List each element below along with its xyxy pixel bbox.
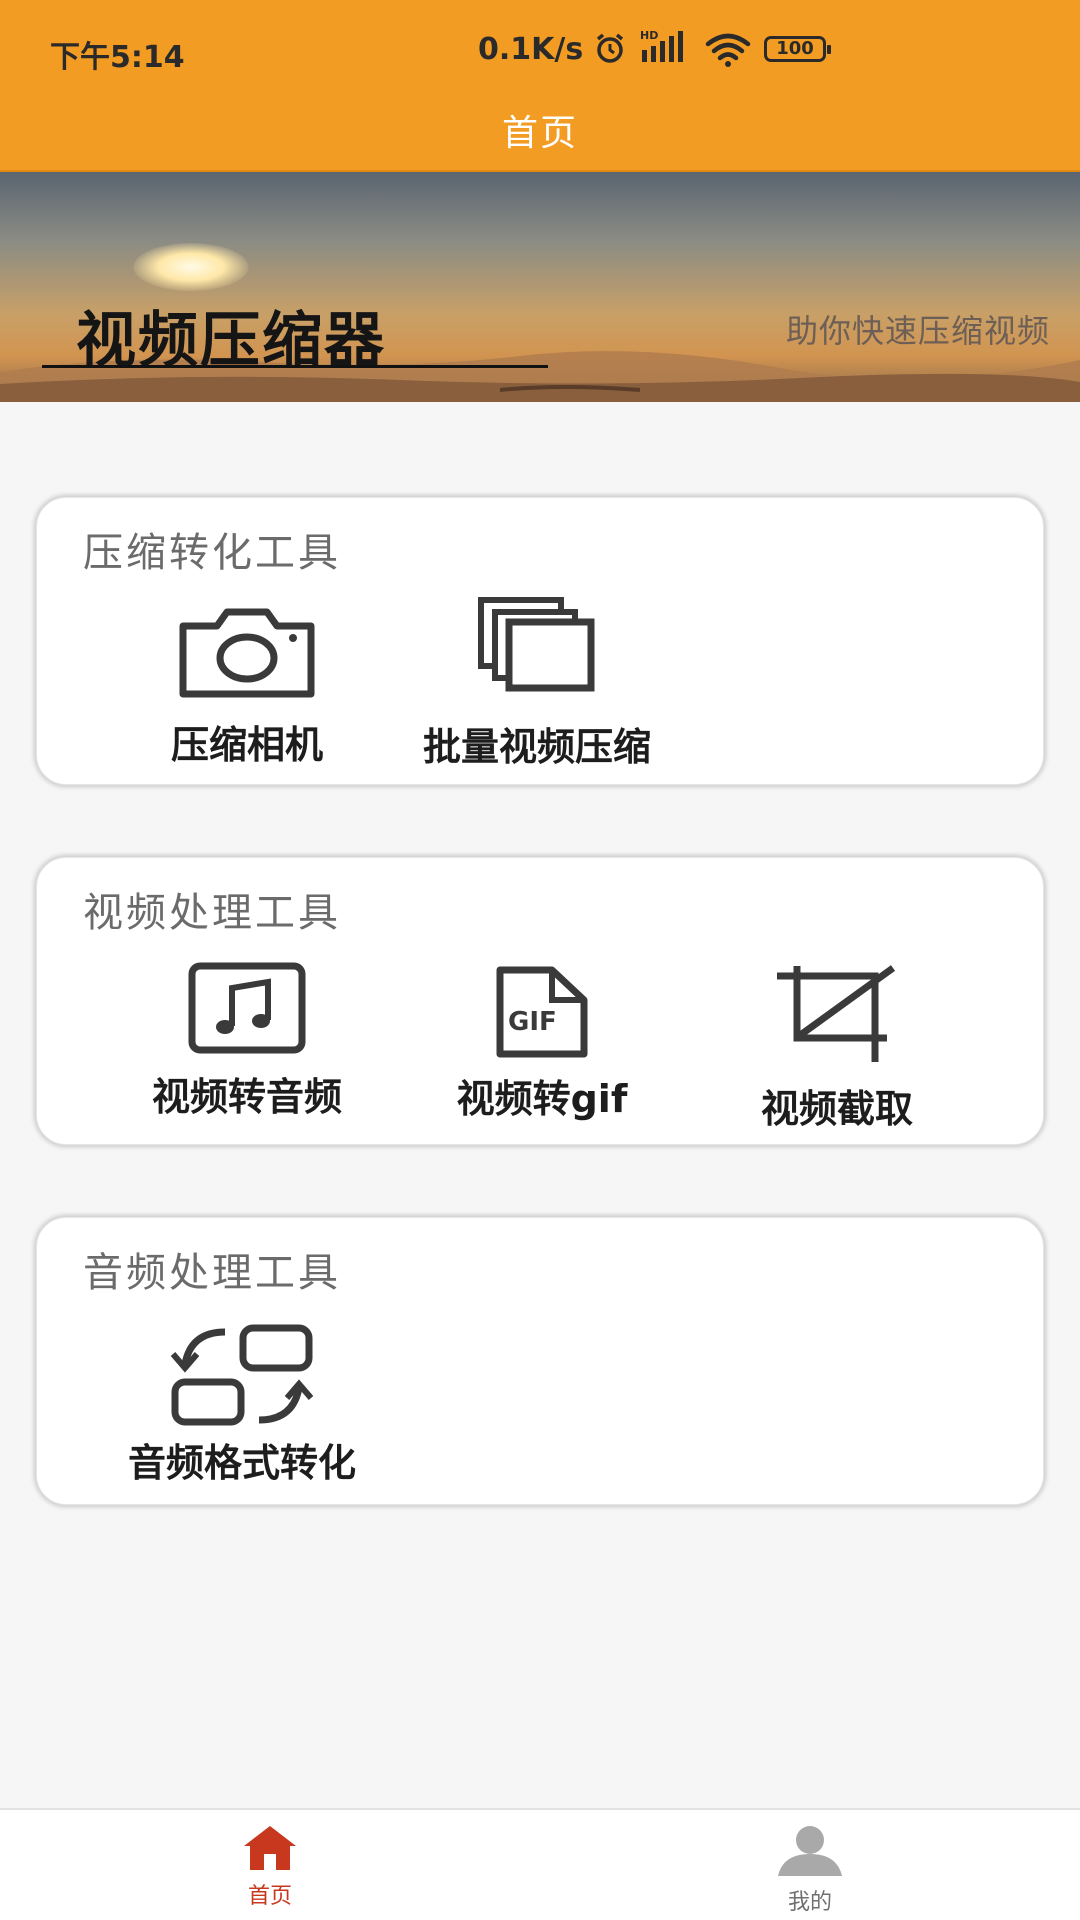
nav-label: 我的 xyxy=(787,1890,832,1915)
tool-batch-compress[interactable]: 批量视频压缩 xyxy=(397,596,677,771)
nav-label: 首页 xyxy=(247,1884,292,1909)
section-title: 压缩转化工具 xyxy=(83,530,341,576)
alarm-icon xyxy=(592,30,628,74)
camera-icon xyxy=(179,608,315,698)
crop-icon xyxy=(777,965,896,1062)
sun-image xyxy=(133,243,249,291)
section-card-compress: 压缩转化工具 压缩相机 批量视频压缩 xyxy=(36,497,1044,785)
hero-banner: 视频压缩器 助你快速压缩视频 xyxy=(0,172,1080,402)
signal-icon: HD xyxy=(640,28,692,76)
section-card-audio: 音频处理工具 音频格式转化 xyxy=(36,1217,1044,1505)
app-slogan: 助你快速压缩视频 xyxy=(785,312,1050,350)
tool-label: 视频截取 xyxy=(760,1087,913,1131)
signal-hd-label: HD xyxy=(640,29,658,42)
tool-compress-camera[interactable]: 压缩相机 xyxy=(157,608,337,769)
swap-format-icon xyxy=(170,1324,314,1426)
tool-video-trim[interactable]: 视频截取 xyxy=(737,964,937,1133)
home-icon xyxy=(244,1826,296,1870)
svg-text:GIF: GIF xyxy=(508,1007,557,1037)
tool-audio-format-convert[interactable]: 音频格式转化 xyxy=(97,1324,387,1487)
top-bar: 下午5:14 0.1K/s HD 100 首页 xyxy=(0,0,1080,172)
music-note-icon xyxy=(188,962,306,1054)
status-time: 下午5:14 xyxy=(50,40,185,75)
network-speed: 0.1K/s xyxy=(478,32,584,67)
person-icon xyxy=(778,1826,842,1876)
battery-indicator: 100 xyxy=(764,36,831,62)
page-title: 首页 xyxy=(501,113,578,154)
title-underline xyxy=(42,365,548,368)
wifi-icon xyxy=(704,30,752,76)
tool-label: 压缩相机 xyxy=(170,723,323,767)
tool-video-to-gif[interactable]: GIF 视频转gif xyxy=(432,966,652,1123)
section-title: 音频处理工具 xyxy=(83,1250,341,1296)
stacked-files-icon xyxy=(478,597,595,692)
nav-item-me[interactable]: 我的 xyxy=(750,1824,870,1916)
gif-file-icon: GIF xyxy=(496,966,588,1058)
status-bar: 下午5:14 0.1K/s HD 100 xyxy=(0,28,1080,75)
nav-item-home[interactable]: 首页 xyxy=(210,1824,330,1910)
tool-label: 音频格式转化 xyxy=(127,1441,356,1485)
section-card-video: 视频处理工具 视频转音频 GIF 视频转gif 视频截取 xyxy=(36,857,1044,1145)
tool-label: 批量视频压缩 xyxy=(422,725,651,769)
bottom-navigation: 首页 我的 xyxy=(0,1808,1080,1920)
tool-label: 视频转gif xyxy=(456,1077,628,1121)
section-title: 视频处理工具 xyxy=(83,890,341,936)
tool-label: 视频转音频 xyxy=(151,1075,342,1119)
tool-video-to-audio[interactable]: 视频转音频 xyxy=(132,962,362,1121)
